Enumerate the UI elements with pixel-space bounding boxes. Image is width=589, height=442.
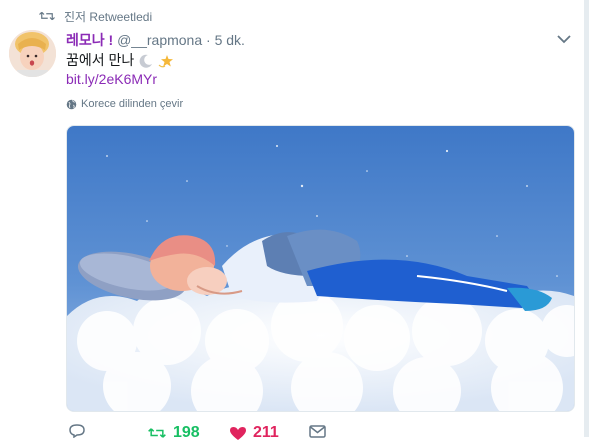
timestamp[interactable]: 5 dk. xyxy=(215,32,245,48)
dizzy-star-emoji xyxy=(158,55,174,68)
reply-icon xyxy=(69,424,85,438)
translate-button[interactable]: Korece dilinden çevir xyxy=(66,98,183,110)
retweet-context: 진저 Retweetledi xyxy=(38,7,152,25)
avatar[interactable] xyxy=(9,30,56,77)
scroll-edge xyxy=(584,0,589,437)
retweet-icon xyxy=(148,428,166,438)
author-name[interactable]: 레모나 ! xyxy=(66,32,113,48)
tweet-text-body: 꿈에서 만나 xyxy=(66,52,135,68)
separator: · xyxy=(206,32,211,48)
tweet-text: 꿈에서 만나 xyxy=(66,50,175,70)
retweet-count: 198 xyxy=(173,424,200,441)
message-icon xyxy=(309,425,326,438)
avatar-image xyxy=(9,30,56,77)
message-button[interactable] xyxy=(309,425,326,438)
reply-button[interactable] xyxy=(68,424,92,438)
tweet-image[interactable] xyxy=(66,125,575,412)
retweet-button[interactable]: 198 xyxy=(147,424,200,442)
sleeping-on-clouds-image xyxy=(67,126,574,411)
crescent-moon-emoji xyxy=(139,55,153,69)
chevron-down-icon[interactable] xyxy=(556,33,572,45)
globe-icon xyxy=(66,99,77,109)
tweet-header: 레모나 ! @__rapmona · 5 dk. xyxy=(66,30,245,50)
translate-label: Korece dilinden çevir xyxy=(81,98,184,110)
tweet[interactable]: 진저 Retweetledi 레모나 ! @__rapmona · 5 dk. … xyxy=(0,0,589,441)
retweet-context-text: 진저 Retweetledi xyxy=(64,9,153,24)
like-count: 211 xyxy=(253,424,279,441)
retweet-icon xyxy=(39,11,55,21)
author-handle[interactable]: @__rapmona xyxy=(117,32,202,48)
heart-icon xyxy=(230,426,246,440)
tweet-link[interactable]: bit.ly/2eK6MYr xyxy=(66,71,157,87)
like-button[interactable]: 211 xyxy=(229,424,279,442)
